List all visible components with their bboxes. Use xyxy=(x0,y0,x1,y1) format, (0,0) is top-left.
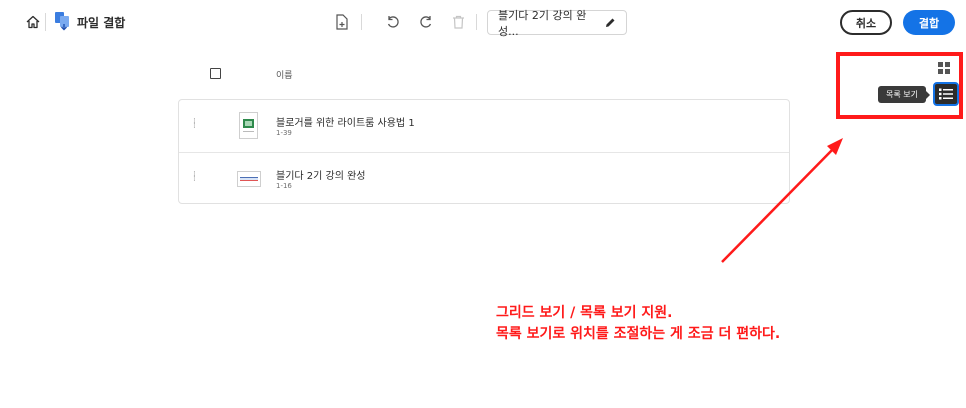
add-file-icon[interactable] xyxy=(333,13,351,31)
page-range: 1-39 xyxy=(276,129,292,137)
home-icon[interactable] xyxy=(24,13,42,31)
redo-icon[interactable] xyxy=(417,13,435,31)
combine-button[interactable]: 결합 xyxy=(903,10,955,35)
file-name: 블기다 2기 강의 완성 xyxy=(276,171,366,182)
pencil-icon[interactable] xyxy=(604,17,616,29)
file-name: 블로거를 위한 라이트룸 사용법 1 xyxy=(276,118,415,129)
annotation-highlight-box xyxy=(836,52,963,119)
file-thumbnail xyxy=(237,171,261,187)
annotation-arrow xyxy=(721,138,843,263)
toolbar-divider xyxy=(45,13,46,31)
annotation-line-1: 그리드 보기 / 목록 보기 지원. xyxy=(496,305,673,321)
file-list: ⁞ ⁞ 블로거를 위한 라이트룸 사용법 1 1-39 ⁞ ⁞ 블기다 2기 강의 … xyxy=(178,99,790,204)
list-item[interactable]: ⁞ ⁞ 블로거를 위한 라이트룸 사용법 1 1-39 xyxy=(179,100,789,152)
combine-files-icon xyxy=(54,11,72,31)
page-title: 파일 결합 xyxy=(77,16,126,30)
drag-handle-icon[interactable]: ⁞ ⁞ xyxy=(193,171,196,184)
toolbar-divider xyxy=(476,14,477,30)
document-name-text: 블기다 2기 강의 완성... xyxy=(498,8,587,38)
page-range: 1-16 xyxy=(276,182,292,190)
file-thumbnail xyxy=(239,112,258,139)
drag-handle-icon[interactable]: ⁞ ⁞ xyxy=(193,118,196,131)
toolbar-divider xyxy=(361,14,362,30)
annotation-line-2: 목록 보기로 위치를 조절하는 게 조금 더 편하다. xyxy=(496,326,781,342)
document-name-field[interactable]: 블기다 2기 강의 완성... xyxy=(487,9,627,38)
undo-icon[interactable] xyxy=(384,13,402,31)
list-item[interactable]: ⁞ ⁞ 블기다 2기 강의 완성 1-16 xyxy=(179,152,789,204)
select-all-checkbox[interactable] xyxy=(210,68,221,79)
column-header-name: 이름 xyxy=(276,71,293,81)
annotation-note: 그리드 보기 / 목록 보기 지원. 목록 보기로 위치를 조절하는 게 조금 … xyxy=(496,303,780,345)
top-toolbar: 파일 결합 블기다 2기 강의 완성... 취소 결합 xyxy=(0,0,966,44)
cancel-button[interactable]: 취소 xyxy=(840,10,892,35)
delete-icon[interactable] xyxy=(449,13,467,31)
